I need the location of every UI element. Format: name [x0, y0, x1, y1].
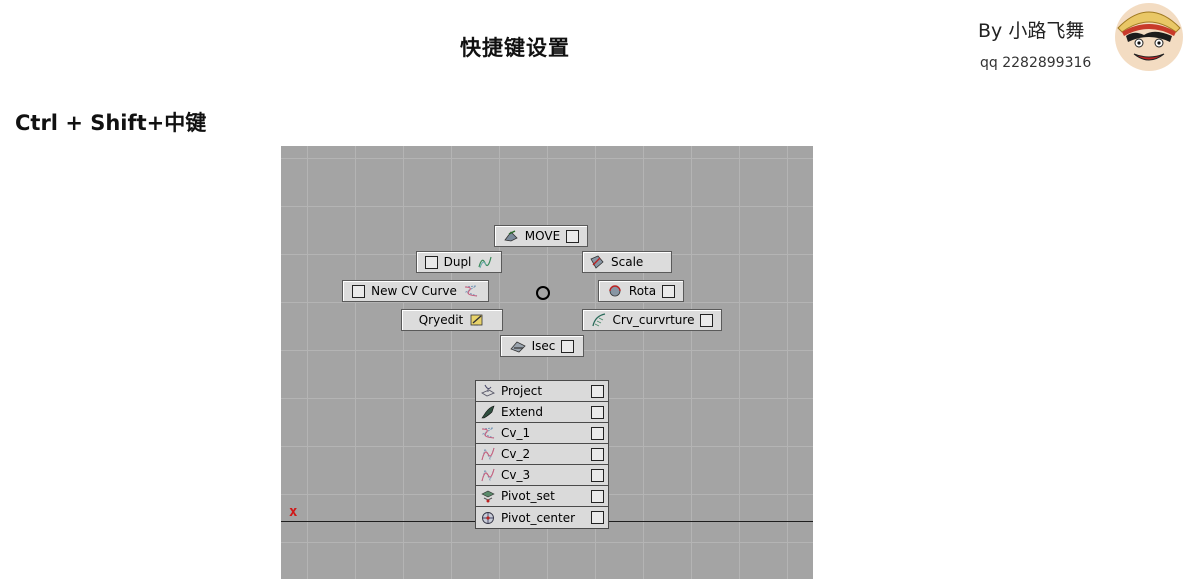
menu-item-label: Isec	[531, 339, 556, 353]
list-item-label: Cv_2	[501, 447, 531, 461]
option-box[interactable]	[591, 426, 604, 440]
list-item-pivot-center[interactable]: Pivot_center	[476, 507, 608, 528]
menu-item-label: Qryedit	[418, 313, 464, 327]
option-box[interactable]	[352, 284, 366, 298]
menu-item-rota[interactable]: Rota	[598, 280, 684, 302]
list-item-extend[interactable]: Extend	[476, 402, 608, 423]
option-box[interactable]	[591, 405, 604, 419]
option-box[interactable]	[566, 229, 580, 243]
cv-curve-icon	[464, 285, 478, 297]
scale-icon	[590, 255, 604, 269]
list-item-label: Cv_3	[501, 468, 531, 482]
duplicate-curve-icon	[478, 256, 492, 269]
menu-item-scale[interactable]: Scale	[582, 251, 672, 273]
page-title: 快捷键设置	[460, 36, 570, 60]
list-item-cv-1[interactable]: Cv_1	[476, 423, 608, 444]
option-box[interactable]	[561, 339, 575, 353]
menu-item-dupl[interactable]: Dupl	[416, 251, 502, 273]
list-item-project[interactable]: Project	[476, 381, 608, 402]
intersect-icon	[509, 341, 526, 353]
list-item-label: Cv_1	[501, 426, 531, 440]
tool-list: Project Extend Cv_1 Cv_2 Cv_3 Pivot_set …	[475, 380, 609, 529]
author-label: By 小路飞舞	[978, 20, 1085, 42]
avatar	[1115, 3, 1183, 71]
cv-curve-icon	[481, 427, 495, 439]
list-item-cv-3[interactable]: Cv_3	[476, 465, 608, 486]
option-box[interactable]	[591, 511, 604, 524]
menu-item-isec[interactable]: Isec	[500, 335, 584, 357]
menu-item-label: Rota	[628, 284, 657, 298]
menu-item-crv-curvrture[interactable]: Crv_curvrture	[582, 309, 722, 331]
menu-item-label: Dupl	[443, 255, 472, 269]
list-item-label: Project	[501, 384, 543, 398]
list-item-label: Extend	[501, 405, 543, 419]
menu-item-qryedit[interactable]: Qryedit	[401, 309, 503, 331]
marking-menu-center	[536, 286, 550, 300]
list-item-pivot-set[interactable]: Pivot_set	[476, 486, 608, 507]
list-item-label: Pivot_center	[501, 510, 576, 525]
option-box[interactable]	[591, 468, 604, 482]
option-box[interactable]	[591, 384, 604, 398]
query-edit-icon	[470, 314, 483, 326]
section-title: Ctrl + Shift+中键	[15, 111, 207, 135]
curvature-icon	[591, 313, 605, 327]
rotate-icon	[609, 285, 621, 297]
menu-item-label: Crv_curvrture	[612, 313, 695, 327]
option-box[interactable]	[591, 489, 604, 503]
x-axis-marker: x	[289, 504, 298, 520]
pivot-set-icon	[481, 490, 495, 503]
menu-item-label: New CV Curve	[371, 284, 457, 298]
cv-curve-icon	[481, 447, 495, 461]
project-icon	[481, 384, 495, 397]
menu-item-label: Scale	[611, 255, 644, 269]
option-box[interactable]	[700, 313, 714, 327]
option-box[interactable]	[591, 447, 604, 461]
menu-item-new-cv-curve[interactable]: New CV Curve	[342, 280, 489, 302]
qq-label: qq 2282899316	[980, 55, 1092, 71]
option-box[interactable]	[424, 255, 438, 269]
list-item-label: Pivot_set	[501, 489, 555, 503]
move-icon	[504, 230, 518, 242]
pivot-center-icon	[482, 511, 494, 524]
maya-viewport[interactable]: x MOVE Dupl Scale New CV Curve Rota Qrye…	[281, 146, 813, 579]
list-item-cv-2[interactable]: Cv_2	[476, 444, 608, 465]
option-box[interactable]	[662, 284, 676, 298]
extend-icon	[481, 405, 495, 419]
menu-item-move[interactable]: MOVE	[494, 225, 588, 247]
cv-curve-icon	[481, 468, 495, 482]
menu-item-label: MOVE	[524, 229, 561, 243]
